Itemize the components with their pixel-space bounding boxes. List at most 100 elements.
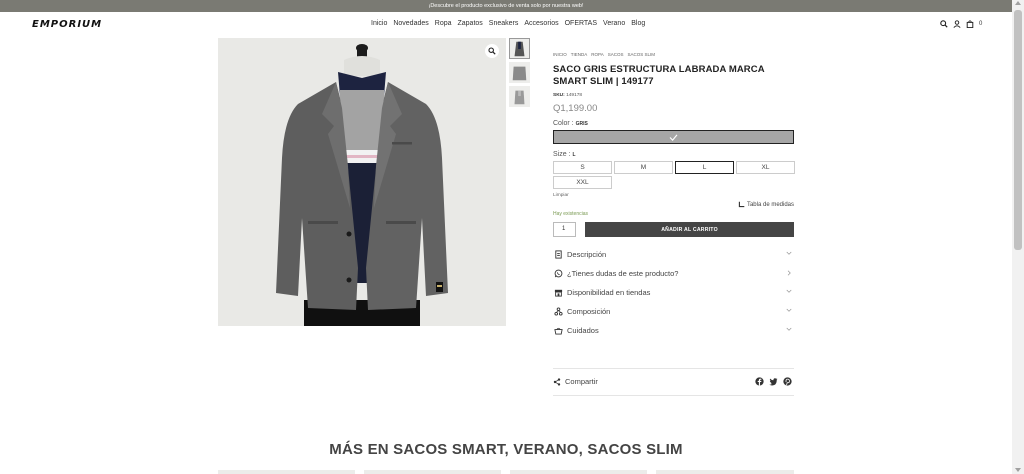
description-icon — [553, 250, 563, 260]
thumbnail-list — [509, 38, 530, 110]
breadcrumb-item[interactable]: ROPA — [591, 52, 603, 57]
breadcrumb-item[interactable]: INICIO — [553, 52, 567, 57]
color-value: GRIS — [575, 121, 588, 127]
accordion-label: Descripción — [567, 250, 607, 259]
accordion-disponibilidad[interactable]: Disponibilidad en tiendas — [553, 283, 794, 302]
sku-label: SKU: — [553, 93, 565, 98]
page: ¡Descubre el producto exclusivo de venta… — [0, 0, 1024, 474]
size-options: S M L XL XXL — [553, 161, 795, 189]
nav-item-ropa[interactable]: Ropa — [435, 20, 452, 27]
accordion-descripcion[interactable]: Descripción — [553, 245, 794, 264]
cart-count: 0 — [979, 21, 983, 27]
size-option-l[interactable]: L — [675, 161, 734, 174]
scroll-up-arrow[interactable] — [1015, 1, 1021, 5]
nav-item-ofertas[interactable]: OFERTAS — [565, 20, 597, 27]
care-icon — [553, 326, 563, 336]
main-nav: Inicio Novedades Ropa Zapatos Sneakers A… — [371, 20, 645, 27]
stock-status: Hay existencias — [553, 211, 589, 217]
product-main-image[interactable] — [218, 38, 506, 326]
share-button[interactable]: Compartir — [553, 377, 598, 386]
size-label-text: Size — [553, 151, 567, 158]
share-label: Compartir — [565, 377, 598, 386]
product-price: Q1,199.00 — [553, 103, 598, 114]
size-option-xxl[interactable]: XXL — [553, 176, 612, 189]
facebook-icon[interactable] — [755, 377, 764, 386]
whatsapp-icon — [553, 269, 563, 279]
nav-item-blog[interactable]: Blog — [631, 20, 645, 27]
add-to-cart-button[interactable]: AÑADIR AL CARRITO — [585, 222, 794, 237]
user-icon[interactable] — [953, 20, 961, 28]
share-icon — [553, 377, 561, 386]
promo-bar[interactable]: ¡Descubre el producto exclusivo de venta… — [0, 0, 1012, 12]
size-table-link[interactable]: Tabla de medidas — [738, 201, 794, 208]
promo-text: ¡Descubre el producto exclusivo de venta… — [428, 3, 584, 9]
nav-item-inicio[interactable]: Inicio — [371, 20, 387, 27]
cart-icon[interactable] — [966, 20, 974, 28]
chevron-right-icon — [787, 270, 791, 276]
add-to-cart-row: 1 AÑADIR AL CARRITO — [553, 222, 794, 237]
site-header: EMPORIUM Inicio Novedades Ropa Zapatos S… — [0, 12, 1012, 38]
share-bar: Compartir — [553, 368, 794, 396]
accordion-label: Disponibilidad en tiendas — [567, 288, 651, 297]
color-label: Color : GRIS — [553, 120, 588, 127]
accordion-label: Cuidados — [567, 326, 599, 335]
search-icon[interactable] — [940, 20, 948, 28]
zoom-button[interactable] — [485, 44, 499, 58]
size-label: Size : L — [553, 151, 576, 158]
thumbnail-3[interactable] — [509, 86, 530, 107]
zoom-icon — [488, 47, 496, 55]
product-accordion: Descripción ¿Tienes dudas de este produc… — [553, 245, 794, 340]
accordion-dudas[interactable]: ¿Tienes dudas de este producto? — [553, 264, 794, 283]
logo[interactable]: EMPORIUM — [32, 19, 102, 30]
header-icons: 0 — [940, 20, 982, 28]
share-icons — [755, 377, 792, 386]
product-info: INICIO TIENDA ROPA SACOS SACOS SLIM SACO… — [553, 52, 795, 340]
size-option-xl[interactable]: XL — [736, 161, 795, 174]
size-option-s[interactable]: S — [553, 161, 612, 174]
breadcrumb-item[interactable]: SACOS SLIM — [627, 52, 655, 57]
breadcrumb-item[interactable]: SACOS — [608, 52, 624, 57]
chevron-down-icon — [786, 327, 792, 331]
related-product-card[interactable] — [218, 470, 355, 474]
scroll-down-arrow[interactable] — [1015, 468, 1021, 472]
pinterest-icon[interactable] — [783, 377, 792, 386]
nav-item-novedades[interactable]: Novedades — [393, 20, 428, 27]
accordion-composicion[interactable]: Composición — [553, 302, 794, 321]
quantity-input[interactable]: 1 — [553, 222, 576, 237]
chevron-down-icon — [786, 251, 792, 255]
related-product-card[interactable] — [510, 470, 647, 474]
related-product-card[interactable] — [364, 470, 501, 474]
chevron-down-icon — [786, 308, 792, 312]
clear-selection-link[interactable]: Limpiar — [553, 193, 794, 198]
accordion-label: ¿Tienes dudas de este producto? — [567, 269, 679, 278]
size-table-row: Tabla de medidas — [553, 201, 794, 211]
sku-value: 149178 — [566, 93, 583, 98]
nav-item-zapatos[interactable]: Zapatos — [458, 20, 483, 27]
scrollbar-thumb[interactable] — [1014, 10, 1022, 250]
product-sku: SKU: 149178 — [553, 93, 794, 98]
composition-icon — [553, 307, 563, 317]
size-option-m[interactable]: M — [614, 161, 673, 174]
nav-item-accesorios[interactable]: Accesorios — [524, 20, 558, 27]
nav-item-verano[interactable]: Verano — [603, 20, 625, 27]
nav-item-sneakers[interactable]: Sneakers — [489, 20, 519, 27]
accordion-label: Composición — [567, 307, 611, 316]
breadcrumb-item[interactable]: TIENDA — [571, 52, 588, 57]
twitter-icon[interactable] — [769, 377, 778, 386]
product-title: SACO GRIS ESTRUCTURA LABRADA MARCA SMART… — [553, 64, 765, 87]
chevron-down-icon — [786, 289, 792, 293]
size-table-label: Tabla de medidas — [746, 201, 794, 208]
store-icon — [553, 288, 563, 298]
thumbnail-2[interactable] — [509, 62, 530, 83]
checkmark-icon — [669, 134, 678, 141]
color-swatch-gris[interactable] — [553, 130, 794, 144]
related-section-title: MÁS EN SACOS SMART, VERANO, SACOS SLIM — [329, 441, 683, 458]
breadcrumb: INICIO TIENDA ROPA SACOS SACOS SLIM — [553, 52, 794, 57]
related-product-card[interactable] — [656, 470, 794, 474]
jacket-illustration — [276, 44, 448, 326]
ruler-icon — [738, 201, 745, 208]
thumbnail-1[interactable] — [509, 38, 530, 59]
accordion-cuidados[interactable]: Cuidados — [553, 321, 794, 340]
size-value: L — [572, 152, 576, 158]
color-label-text: Color — [553, 120, 570, 127]
